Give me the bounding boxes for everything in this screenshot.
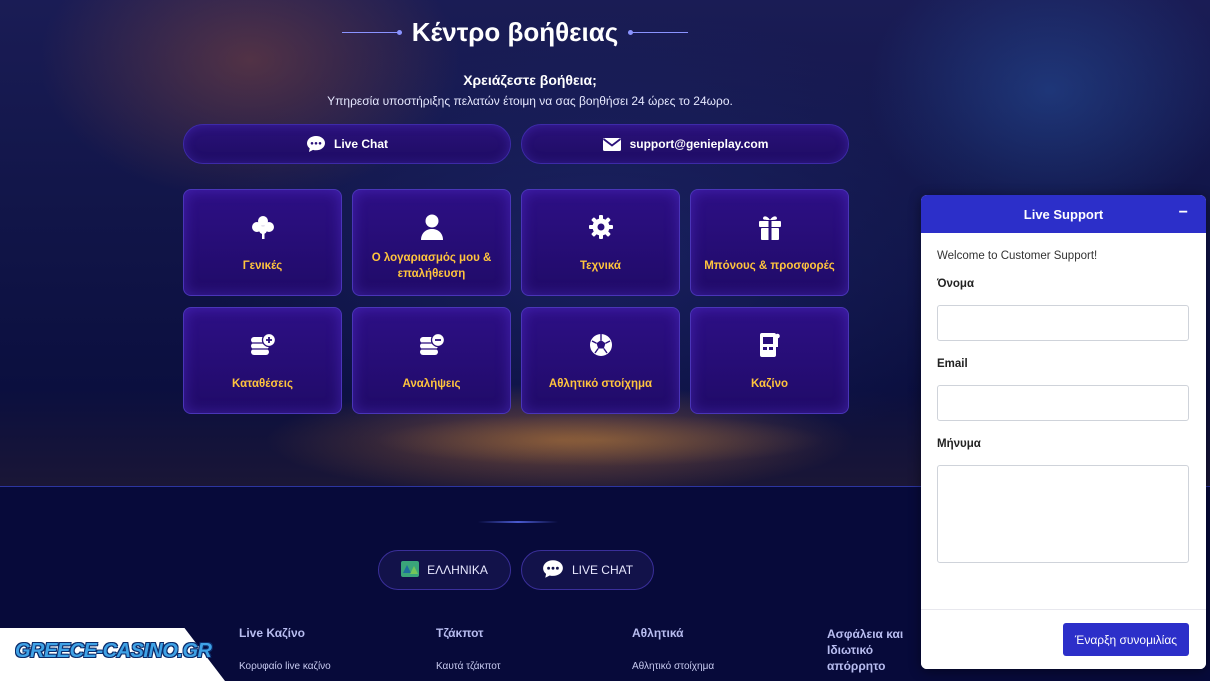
start-chat-button[interactable]: Έναρξη συνομιλίας (1063, 623, 1189, 656)
welcome-message: Welcome to Customer Support! (937, 250, 1098, 262)
footer-divider (478, 521, 558, 523)
gift-icon (757, 212, 783, 242)
title-line-left (341, 29, 402, 35)
gear-icon (588, 212, 614, 242)
footer-column-title-jackpot[interactable]: Τζάκποτ (436, 626, 483, 640)
live-support-widget: Live Support − Welcome to Customer Suppo… (921, 195, 1206, 669)
envelope-icon (602, 137, 622, 152)
category-card-general[interactable]: Γενικές (183, 189, 342, 296)
category-card-sports-betting[interactable]: Αθλητικό στοίχημα (521, 307, 680, 414)
category-card-account[interactable]: Ο λογαριασμός μου & επαλήθευση (352, 189, 511, 296)
category-label: Μπόνους & προσφορές (704, 260, 835, 273)
chat-bubble-icon (542, 559, 564, 582)
category-label: Καζίνο (750, 378, 789, 391)
footer-column-title-live-casino[interactable]: Live Καζίνο (239, 626, 305, 640)
category-card-bonuses[interactable]: Μπόνους & προσφορές (690, 189, 849, 296)
language-selector-button[interactable]: ΕΛΛΗΝΙΚΑ (378, 550, 511, 590)
category-label: Ο λογαριασμός μου & επαλήθευση (371, 252, 492, 280)
language-label: ΕΛΛΗΝΙΚΑ (427, 563, 488, 577)
soccer-ball-icon (588, 330, 614, 360)
page-title: Κέντρο βοήθειας (411, 16, 619, 47)
email-support-button[interactable]: support@genieplay.com (521, 124, 849, 164)
chat-bubble-icon (306, 135, 326, 153)
email-label: support@genieplay.com (629, 137, 769, 151)
title-line-right (628, 29, 689, 35)
category-label: Γενικές (242, 260, 283, 273)
category-card-deposits[interactable]: Καταθέσεις (183, 307, 342, 414)
category-label: Τεχνικά (580, 260, 621, 273)
live-support-footer: Έναρξη συνομιλίας (921, 609, 1206, 669)
category-label: Καταθέσεις (232, 378, 293, 391)
coins-minus-icon (418, 330, 446, 360)
footer-link-top-live-casino[interactable]: Κορυφαίο live καζίνο (239, 661, 331, 672)
help-center-title-row: Κέντρο βοήθειας (335, 14, 695, 50)
category-card-withdrawals[interactable]: Αναλήψεις (352, 307, 511, 414)
coins-plus-icon (249, 330, 277, 360)
message-field-label: Μήνυμα (937, 438, 981, 450)
footer-link-sports-betting[interactable]: Αθλητικό στοίχημα (632, 661, 714, 672)
footer-live-chat-label: LIVE CHAT (571, 563, 634, 577)
footer-link-hot-jackpots[interactable]: Καυτά τζάκποτ (436, 661, 501, 672)
name-field-label: Όνομα (937, 278, 975, 290)
help-subtitle: Χρειάζεστε βοήθεια; (463, 72, 597, 88)
slot-machine-icon (757, 330, 783, 360)
footer-column-title-sports[interactable]: Αθλητικά (632, 626, 684, 640)
user-icon (420, 212, 444, 242)
site-logo[interactable]: GREECE-CASINO.GR (15, 640, 212, 663)
clover-icon (250, 212, 276, 242)
live-chat-label: Live Chat (333, 137, 388, 151)
message-field[interactable] (937, 465, 1189, 563)
live-chat-button[interactable]: Live Chat (183, 124, 511, 164)
category-card-casino[interactable]: Καζίνο (690, 307, 849, 414)
email-field-label: Email (937, 358, 968, 370)
greek-flag-icon (401, 560, 420, 580)
footer-live-chat-button[interactable]: LIVE CHAT (521, 550, 654, 590)
category-label: Αναλήψεις (402, 378, 461, 391)
minimize-button[interactable]: − (1179, 204, 1188, 222)
help-description: Υπηρεσία υποστήριξης πελατών έτοιμη να σ… (327, 94, 733, 108)
live-support-title: Live Support (1023, 206, 1104, 222)
category-label: Αθλητικό στοίχημα (548, 378, 653, 391)
footer-column-title-security[interactable]: Ασφάλεια και Ιδιωτικό απόρρητο (827, 626, 927, 675)
name-field[interactable] (937, 305, 1189, 341)
category-card-technical[interactable]: Τεχνικά (521, 189, 680, 296)
live-support-header[interactable]: Live Support − (921, 195, 1206, 233)
email-field[interactable] (937, 385, 1189, 421)
